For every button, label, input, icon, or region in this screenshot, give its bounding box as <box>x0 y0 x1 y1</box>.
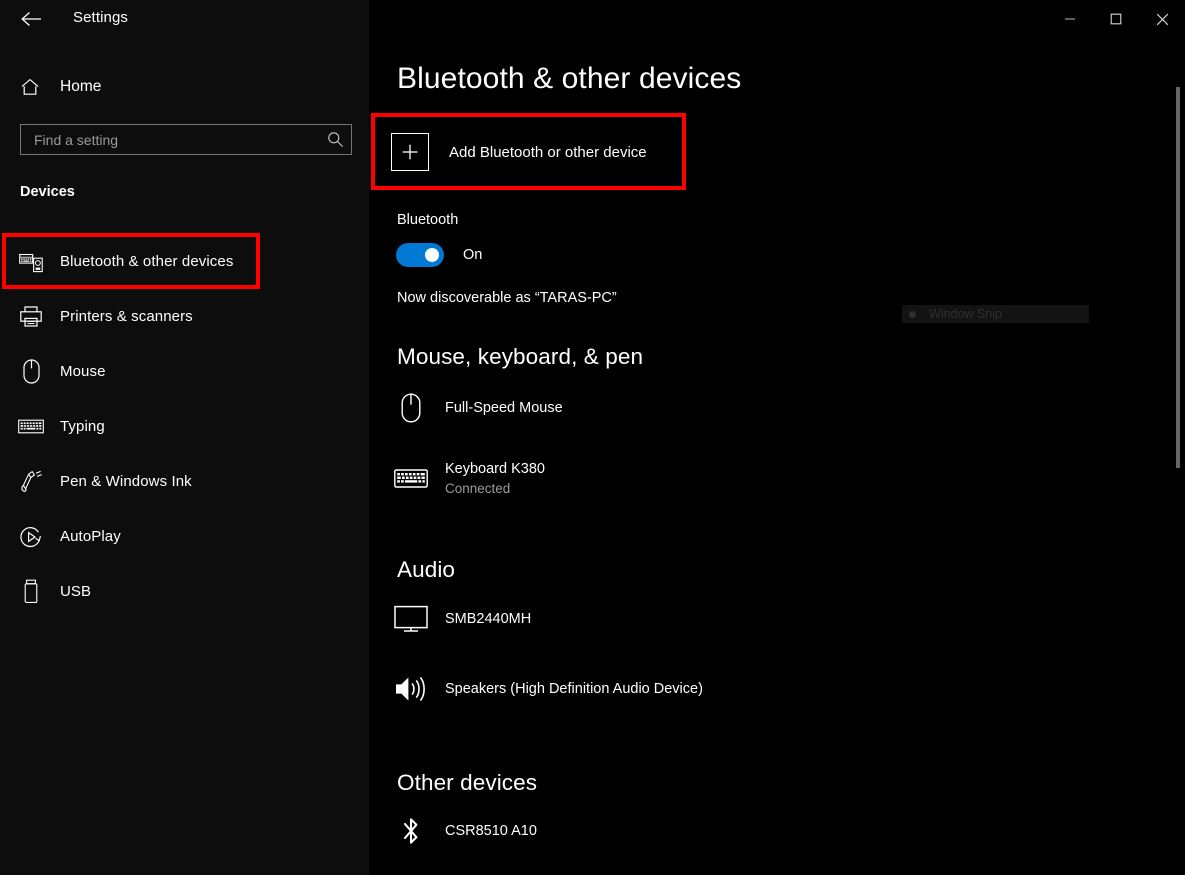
bluetooth-section-label: Bluetooth <box>397 212 459 228</box>
autoplay-icon <box>17 523 45 551</box>
device-row-csr8510-a10[interactable]: CSR8510 A10 <box>391 804 555 858</box>
sidebar-item-printers-scanners[interactable]: Printers & scanners <box>0 289 355 344</box>
device-row-full-speed-mouse[interactable]: Full-Speed Mouse <box>391 381 581 435</box>
sidebar-item-label: Bluetooth & other devices <box>60 253 234 270</box>
discoverable-status-text: Now discoverable as “TARAS-PC” <box>397 290 617 306</box>
device-name: Keyboard K380 <box>445 460 545 477</box>
mouse-icon <box>17 358 45 386</box>
plus-icon <box>391 133 429 171</box>
search-box[interactable] <box>20 124 352 155</box>
sidebar-item-typing[interactable]: Typing <box>0 399 355 454</box>
window-title: Settings <box>73 9 128 26</box>
device-name: CSR8510 A10 <box>445 823 537 839</box>
speaker-icon <box>391 669 431 709</box>
device-text: Speakers (High Definition Audio Device) <box>445 679 703 699</box>
sidebar-item-pen-windows-ink[interactable]: Pen & Windows Ink <box>0 454 355 509</box>
sidebar: Home Devices <box>0 0 369 875</box>
group-title-mouse-keyboard-pen: Mouse, keyboard, & pen <box>397 344 644 369</box>
sidebar-item-usb[interactable]: USB <box>0 564 355 619</box>
device-name: SMB2440MH <box>445 611 532 627</box>
bluetooth-icon <box>391 811 431 851</box>
group-title-audio: Audio <box>397 557 456 582</box>
minimize-button[interactable] <box>1047 0 1093 38</box>
settings-window: Settings Home Find a setting Devices Blu… <box>0 0 1185 875</box>
keyboard-icon <box>17 413 45 441</box>
page-title: Bluetooth & other devices <box>397 62 742 95</box>
sidebar-item-home[interactable]: Home <box>0 70 355 103</box>
back-arrow-icon[interactable] <box>18 7 44 31</box>
main-content: Bluetooth & other devices Add Bluetooth … <box>369 0 1185 875</box>
sidebar-item-mouse[interactable]: Mouse <box>0 344 355 399</box>
close-button[interactable] <box>1139 0 1185 38</box>
monitor-icon <box>391 599 431 639</box>
device-text: SMB2440MH <box>445 609 531 629</box>
sidebar-item-label: Mouse <box>60 363 106 380</box>
usb-icon <box>17 578 45 606</box>
search-input[interactable] <box>21 125 319 154</box>
device-text: Keyboard K380 Connected <box>445 459 545 498</box>
search-icon[interactable] <box>319 125 351 154</box>
home-icon <box>17 75 43 99</box>
pen-icon <box>17 468 45 496</box>
record-dot-icon <box>909 310 916 318</box>
add-device-label: Add Bluetooth or other device <box>449 143 647 161</box>
device-row-speakers[interactable]: Speakers (High Definition Audio Device) <box>391 662 721 716</box>
device-text: CSR8510 A10 <box>445 821 537 841</box>
mouse-icon <box>391 388 431 428</box>
content-scrollbar[interactable] <box>1173 40 1182 872</box>
sidebar-item-label: Typing <box>60 418 105 435</box>
sidebar-item-label: AutoPlay <box>60 528 121 545</box>
device-row-keyboard-k380[interactable]: Keyboard K380 Connected <box>391 451 563 505</box>
device-status: Connected <box>445 480 511 496</box>
window-controls <box>1047 0 1185 38</box>
scrollbar-thumb[interactable] <box>1176 87 1180 468</box>
sidebar-item-bluetooth-other-devices[interactable]: Bluetooth & other devices <box>0 234 355 289</box>
add-bluetooth-or-other-device-button[interactable]: Add Bluetooth or other device <box>391 123 647 181</box>
sidebar-section-heading: Devices <box>20 184 75 200</box>
maximize-button[interactable] <box>1093 0 1139 38</box>
sidebar-item-label: USB <box>60 583 92 600</box>
sidebar-item-label: Printers & scanners <box>60 308 193 325</box>
sidebar-item-autoplay[interactable]: AutoPlay <box>0 509 355 564</box>
bluetooth-devices-icon <box>17 248 45 276</box>
group-title-other-devices: Other devices <box>397 770 538 795</box>
device-text: Full-Speed Mouse <box>445 398 563 418</box>
window-snip-label: Window Snip <box>929 307 1002 321</box>
bluetooth-toggle-state: On <box>463 247 483 263</box>
window-snip-overlay[interactable]: Window Snip <box>902 305 1089 323</box>
bluetooth-toggle-row: On <box>396 243 482 267</box>
sidebar-home-label: Home <box>60 77 102 95</box>
title-bar: Settings <box>0 0 1185 38</box>
sidebar-nav-list: Bluetooth & other devices Printers & sca… <box>0 234 355 619</box>
device-row-smb2440mh[interactable]: SMB2440MH <box>391 592 549 646</box>
printer-icon <box>17 303 45 331</box>
device-name: Speakers (High Definition Audio Device) <box>445 681 703 697</box>
sidebar-item-label: Pen & Windows Ink <box>60 473 192 490</box>
bluetooth-toggle[interactable] <box>396 243 444 267</box>
keyboard-icon <box>391 458 431 498</box>
device-name: Full-Speed Mouse <box>445 400 563 416</box>
toggle-knob <box>425 248 439 262</box>
